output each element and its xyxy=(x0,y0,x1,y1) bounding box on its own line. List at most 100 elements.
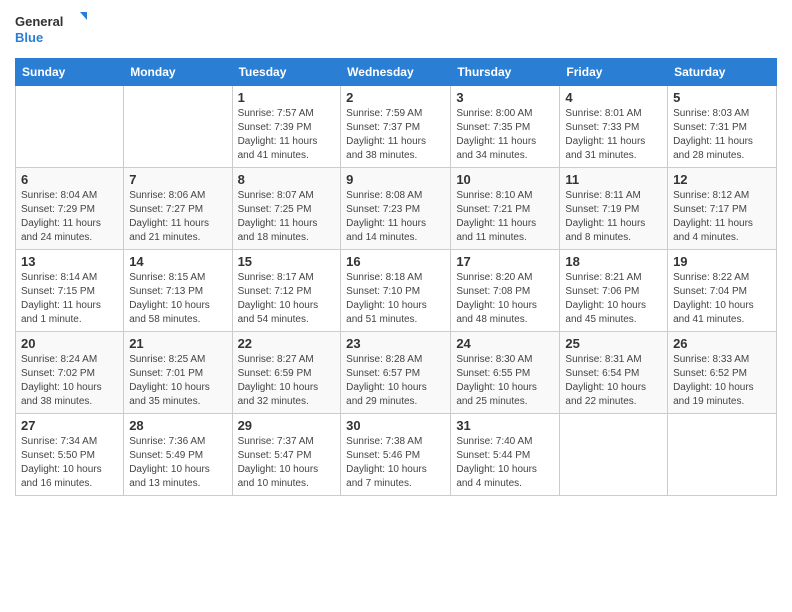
generalblue-logo-icon: General Blue xyxy=(15,10,95,50)
calendar-cell: 14 Sunrise: 8:15 AMSunset: 7:13 PMDayligh… xyxy=(124,250,232,332)
day-info: Sunrise: 8:12 AMSunset: 7:17 PMDaylight:… xyxy=(673,189,771,245)
svg-text:Blue: Blue xyxy=(15,30,43,45)
day-info: Sunrise: 8:33 AMSunset: 6:52 PMDaylight:… xyxy=(673,353,771,409)
day-number: 7 xyxy=(129,172,226,187)
day-number: 15 xyxy=(238,254,336,269)
day-info: Sunrise: 8:11 AMSunset: 7:19 PMDaylight:… xyxy=(565,189,662,245)
day-info: Sunrise: 8:01 AMSunset: 7:33 PMDaylight:… xyxy=(565,107,662,163)
day-info: Sunrise: 8:17 AMSunset: 7:12 PMDaylight:… xyxy=(238,271,336,327)
day-number: 16 xyxy=(346,254,445,269)
calendar-table: SundayMondayTuesdayWednesdayThursdayFrid… xyxy=(15,58,777,496)
header-day-monday: Monday xyxy=(124,59,232,86)
header-day-saturday: Saturday xyxy=(668,59,777,86)
day-info: Sunrise: 8:06 AMSunset: 7:27 PMDaylight:… xyxy=(129,189,226,245)
header-day-tuesday: Tuesday xyxy=(232,59,341,86)
calendar-cell: 21 Sunrise: 8:25 AMSunset: 7:01 PMDayligh… xyxy=(124,332,232,414)
day-number: 2 xyxy=(346,90,445,105)
day-info: Sunrise: 7:34 AMSunset: 5:50 PMDaylight:… xyxy=(21,435,118,491)
day-number: 20 xyxy=(21,336,118,351)
day-info: Sunrise: 8:25 AMSunset: 7:01 PMDaylight:… xyxy=(129,353,226,409)
day-info: Sunrise: 7:38 AMSunset: 5:46 PMDaylight:… xyxy=(346,435,445,491)
day-info: Sunrise: 8:08 AMSunset: 7:23 PMDaylight:… xyxy=(346,189,445,245)
calendar-cell: 25Sunrise: 8:31 AMSunset: 6:54 PMDayligh… xyxy=(560,332,668,414)
calendar-week-1: 1 Sunrise: 7:57 AMSunset: 7:39 PMDaylight… xyxy=(16,86,777,168)
day-number: 8 xyxy=(238,172,336,187)
day-number: 21 xyxy=(129,336,226,351)
day-number: 29 xyxy=(238,418,336,433)
day-info: Sunrise: 8:00 AMSunset: 7:35 PMDaylight:… xyxy=(456,107,554,163)
day-number: 26 xyxy=(673,336,771,351)
day-info: Sunrise: 8:24 AMSunset: 7:02 PMDaylight:… xyxy=(21,353,118,409)
calendar-cell: 8 Sunrise: 8:07 AMSunset: 7:25 PMDaylight… xyxy=(232,168,341,250)
calendar-cell: 7 Sunrise: 8:06 AMSunset: 7:27 PMDaylight… xyxy=(124,168,232,250)
calendar-cell: 24Sunrise: 8:30 AMSunset: 6:55 PMDayligh… xyxy=(451,332,560,414)
calendar-week-2: 6Sunrise: 8:04 AMSunset: 7:29 PMDaylight… xyxy=(16,168,777,250)
calendar-cell: 20 Sunrise: 8:24 AMSunset: 7:02 PMDayligh… xyxy=(16,332,124,414)
calendar-cell: 17 Sunrise: 8:20 AMSunset: 7:08 PMDayligh… xyxy=(451,250,560,332)
day-number: 27 xyxy=(21,418,118,433)
day-info: Sunrise: 8:10 AMSunset: 7:21 PMDaylight:… xyxy=(456,189,554,245)
header: General Blue xyxy=(15,10,777,50)
day-info: Sunrise: 8:14 AMSunset: 7:15 PMDaylight:… xyxy=(21,271,118,327)
header-day-thursday: Thursday xyxy=(451,59,560,86)
calendar-cell: 1 Sunrise: 7:57 AMSunset: 7:39 PMDaylight… xyxy=(232,86,341,168)
calendar-cell: 4 Sunrise: 8:01 AMSunset: 7:33 PMDaylight… xyxy=(560,86,668,168)
day-info: Sunrise: 8:27 AMSunset: 6:59 PMDaylight:… xyxy=(238,353,336,409)
calendar-cell xyxy=(16,86,124,168)
day-number: 14 xyxy=(129,254,226,269)
day-number: 24 xyxy=(456,336,554,351)
day-info: Sunrise: 8:15 AMSunset: 7:13 PMDaylight:… xyxy=(129,271,226,327)
day-info: Sunrise: 7:40 AMSunset: 5:44 PMDaylight:… xyxy=(456,435,554,491)
day-number: 4 xyxy=(565,90,662,105)
day-number: 13 xyxy=(21,254,118,269)
day-info: Sunrise: 8:21 AMSunset: 7:06 PMDaylight:… xyxy=(565,271,662,327)
calendar-cell: 18 Sunrise: 8:21 AMSunset: 7:06 PMDayligh… xyxy=(560,250,668,332)
calendar-cell: 27 Sunrise: 7:34 AMSunset: 5:50 PMDayligh… xyxy=(16,414,124,496)
header-day-wednesday: Wednesday xyxy=(341,59,451,86)
calendar-cell: 30 Sunrise: 7:38 AMSunset: 5:46 PMDayligh… xyxy=(341,414,451,496)
calendar-cell: 9 Sunrise: 8:08 AMSunset: 7:23 PMDaylight… xyxy=(341,168,451,250)
day-number: 22 xyxy=(238,336,336,351)
calendar-cell xyxy=(668,414,777,496)
days-header-row: SundayMondayTuesdayWednesdayThursdayFrid… xyxy=(16,59,777,86)
day-info: Sunrise: 8:28 AMSunset: 6:57 PMDaylight:… xyxy=(346,353,445,409)
day-number: 1 xyxy=(238,90,336,105)
day-info: Sunrise: 8:22 AMSunset: 7:04 PMDaylight:… xyxy=(673,271,771,327)
header-day-friday: Friday xyxy=(560,59,668,86)
day-info: Sunrise: 8:07 AMSunset: 7:25 PMDaylight:… xyxy=(238,189,336,245)
calendar-cell: 12 Sunrise: 8:12 AMSunset: 7:17 PMDayligh… xyxy=(668,168,777,250)
calendar-cell: 29Sunrise: 7:37 AMSunset: 5:47 PMDayligh… xyxy=(232,414,341,496)
day-info: Sunrise: 7:36 AMSunset: 5:49 PMDaylight:… xyxy=(129,435,226,491)
day-info: Sunrise: 8:20 AMSunset: 7:08 PMDaylight:… xyxy=(456,271,554,327)
calendar-cell: 15 Sunrise: 8:17 AMSunset: 7:12 PMDayligh… xyxy=(232,250,341,332)
calendar-week-3: 13 Sunrise: 8:14 AMSunset: 7:15 PMDayligh… xyxy=(16,250,777,332)
day-number: 9 xyxy=(346,172,445,187)
calendar-cell: 11Sunrise: 8:11 AMSunset: 7:19 PMDayligh… xyxy=(560,168,668,250)
svg-text:General: General xyxy=(15,14,63,29)
day-number: 3 xyxy=(456,90,554,105)
header-day-sunday: Sunday xyxy=(16,59,124,86)
calendar-cell: 10 Sunrise: 8:10 AMSunset: 7:21 PMDayligh… xyxy=(451,168,560,250)
day-number: 28 xyxy=(129,418,226,433)
calendar-cell: 23Sunrise: 8:28 AMSunset: 6:57 PMDayligh… xyxy=(341,332,451,414)
calendar-cell: 16 Sunrise: 8:18 AMSunset: 7:10 PMDayligh… xyxy=(341,250,451,332)
calendar-cell: 3 Sunrise: 8:00 AMSunset: 7:35 PMDaylight… xyxy=(451,86,560,168)
day-info: Sunrise: 8:18 AMSunset: 7:10 PMDaylight:… xyxy=(346,271,445,327)
calendar-page: General Blue SundayMondayTuesdayWednesda… xyxy=(0,0,792,612)
day-number: 17 xyxy=(456,254,554,269)
day-info: Sunrise: 8:31 AMSunset: 6:54 PMDaylight:… xyxy=(565,353,662,409)
day-number: 30 xyxy=(346,418,445,433)
calendar-cell: 5Sunrise: 8:03 AMSunset: 7:31 PMDaylight… xyxy=(668,86,777,168)
day-number: 19 xyxy=(673,254,771,269)
calendar-cell: 6Sunrise: 8:04 AMSunset: 7:29 PMDaylight… xyxy=(16,168,124,250)
day-info: Sunrise: 8:04 AMSunset: 7:29 PMDaylight:… xyxy=(21,189,118,245)
calendar-cell: 26 Sunrise: 8:33 AMSunset: 6:52 PMDayligh… xyxy=(668,332,777,414)
day-info: Sunrise: 7:57 AMSunset: 7:39 PMDaylight:… xyxy=(238,107,336,163)
day-number: 18 xyxy=(565,254,662,269)
calendar-cell: 28 Sunrise: 7:36 AMSunset: 5:49 PMDayligh… xyxy=(124,414,232,496)
day-info: Sunrise: 8:03 AMSunset: 7:31 PMDaylight:… xyxy=(673,107,771,163)
calendar-cell: 13 Sunrise: 8:14 AMSunset: 7:15 PMDayligh… xyxy=(16,250,124,332)
day-number: 12 xyxy=(673,172,771,187)
day-number: 31 xyxy=(456,418,554,433)
day-number: 10 xyxy=(456,172,554,187)
